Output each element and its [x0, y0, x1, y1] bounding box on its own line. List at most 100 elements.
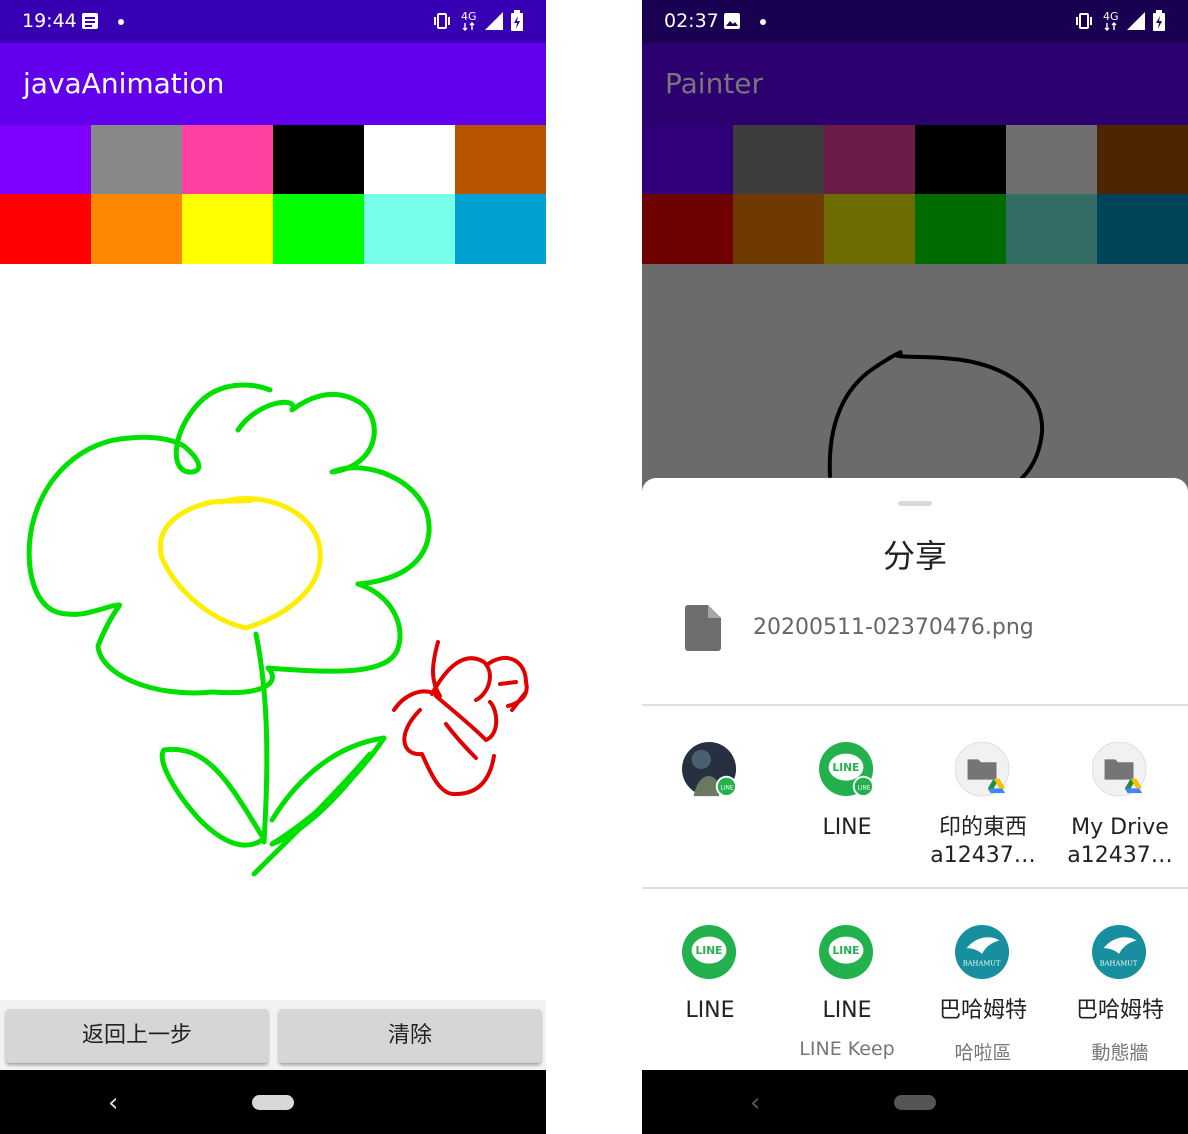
swatch-gray[interactable]	[733, 125, 824, 195]
share-target-label: LINE	[822, 815, 872, 840]
color-palette	[0, 125, 546, 264]
status-bar: 02:37 4G	[642, 0, 1188, 43]
svg-text:LINE: LINE	[833, 944, 860, 957]
line-icon: LINE	[819, 925, 874, 980]
svg-text:LINE: LINE	[833, 761, 860, 774]
signal-icon	[1127, 12, 1145, 30]
color-palette	[642, 125, 1188, 264]
share-app-label: 巴哈姆特	[938, 998, 1027, 1023]
share-target-my-drive[interactable]: My Drive a12437…	[1052, 742, 1188, 872]
swatch-yellow[interactable]	[182, 194, 273, 264]
swatch-pink[interactable]	[824, 125, 915, 195]
drawing-canvas[interactable]	[642, 264, 1188, 478]
share-title: 分享	[882, 537, 947, 575]
right-phone-screen: 02:37 4G Painter 分享 20200511-02370476.pn…	[642, 0, 1188, 1134]
swatch-orange[interactable]	[91, 194, 182, 264]
dot-icon	[118, 19, 124, 25]
home-icon[interactable]	[894, 1095, 936, 1110]
back-icon[interactable]: ‹	[750, 1088, 760, 1118]
dot-icon	[760, 19, 766, 25]
stroke-green-stem	[253, 631, 270, 845]
drive-folder-icon	[1092, 742, 1147, 797]
stroke-yellow-center	[157, 496, 323, 631]
share-target-contact[interactable]: LINE	[642, 742, 778, 872]
button-row: 返回上一步 清除	[0, 1000, 546, 1070]
status-bar: 19:44 4G	[0, 0, 546, 43]
swatch-cyan[interactable]	[364, 194, 455, 264]
svg-text:LINE: LINE	[696, 944, 723, 957]
stroke-green-leaf-left	[159, 746, 265, 848]
swatch-cyan[interactable]	[1006, 194, 1097, 264]
share-app-label: 巴哈姆特	[1075, 998, 1164, 1023]
swatch-pink[interactable]	[182, 125, 273, 195]
swatch-purple[interactable]	[642, 125, 733, 195]
svg-text:BAHAMUT: BAHAMUT	[1100, 960, 1138, 968]
signal-icon	[485, 12, 503, 30]
swatch-black[interactable]	[915, 125, 1006, 195]
share-target-label: My Drive	[1071, 815, 1169, 840]
line-icon: LINE LINE	[819, 742, 875, 798]
undo-button[interactable]: 返回上一步	[6, 1009, 268, 1063]
share-app-line[interactable]: LINE LINE	[642, 925, 778, 1055]
share-sheet: 分享 20200511-02370476.png LINE LINE LINE …	[642, 478, 1188, 1070]
battery-icon	[1153, 10, 1165, 31]
swatch-white[interactable]	[364, 125, 455, 195]
divider	[642, 704, 1188, 706]
status-time: 02:37	[664, 10, 719, 32]
bahamut-icon: BAHAMUT	[955, 925, 1010, 980]
swatch-brown[interactable]	[455, 125, 546, 195]
svg-text:LINE: LINE	[858, 785, 871, 791]
swatch-green[interactable]	[915, 194, 1006, 264]
back-icon[interactable]: ‹	[108, 1088, 118, 1118]
swatch-black[interactable]	[273, 125, 364, 195]
4g-icon: 4G	[1103, 10, 1119, 31]
divider	[642, 887, 1188, 889]
share-app-label: LINE	[822, 998, 872, 1023]
file-icon	[685, 605, 721, 651]
vibrate-icon	[1076, 13, 1092, 29]
share-target-line-chat[interactable]: LINE LINE LINE	[779, 742, 915, 872]
swatch-green[interactable]	[273, 194, 364, 264]
nav-bar: ‹	[642, 1070, 1188, 1134]
svg-text:4G: 4G	[461, 10, 477, 23]
swatch-purple[interactable]	[0, 125, 91, 195]
app-bar: Painter	[642, 43, 1188, 125]
notes-icon	[82, 13, 98, 29]
share-target-drive-folder[interactable]: 印的東西 a12437…	[915, 742, 1051, 872]
app-title: javaAnimation	[23, 67, 225, 100]
swatch-white[interactable]	[1006, 125, 1097, 195]
swatch-yellow[interactable]	[824, 194, 915, 264]
app-title: Painter	[665, 67, 764, 100]
app-bar: javaAnimation	[0, 43, 546, 125]
share-target-account: a12437…	[1067, 843, 1173, 868]
home-icon[interactable]	[252, 1095, 294, 1110]
drive-folder-icon	[955, 742, 1010, 797]
swatch-blue[interactable]	[455, 194, 546, 264]
nav-bar: ‹	[0, 1070, 546, 1134]
share-app-line-keep[interactable]: LINE LINE LINE Keep	[779, 925, 915, 1060]
swatch-red[interactable]	[642, 194, 733, 264]
stroke-red-flower	[392, 640, 529, 797]
svg-text:4G: 4G	[1103, 10, 1119, 23]
swatch-gray[interactable]	[91, 125, 182, 195]
swatch-orange[interactable]	[733, 194, 824, 264]
svg-text:LINE: LINE	[721, 785, 734, 791]
svg-text:BAHAMUT: BAHAMUT	[963, 960, 1001, 968]
share-app-bahamut-feed[interactable]: BAHAMUT 巴哈姆特 動態牆	[1052, 925, 1188, 1064]
clear-button[interactable]: 清除	[279, 1009, 541, 1063]
image-icon	[724, 13, 740, 29]
contact-avatar-icon: LINE	[682, 742, 738, 798]
stroke-green-petals	[26, 382, 432, 696]
4g-icon: 4G	[461, 10, 477, 31]
swatch-blue[interactable]	[1097, 194, 1188, 264]
swatch-brown[interactable]	[1097, 125, 1188, 195]
drawing-canvas[interactable]	[0, 264, 546, 1000]
sheet-drag-handle[interactable]	[898, 501, 932, 506]
left-phone-screen: 19:44 4G javaAnimation 返回上一步 清除 ‹	[0, 0, 546, 1134]
share-app-bahamut-forum[interactable]: BAHAMUT 巴哈姆特 哈啦區	[915, 925, 1051, 1064]
vibrate-icon	[434, 13, 450, 29]
battery-icon	[511, 10, 523, 31]
share-target-account: a12437…	[930, 843, 1036, 868]
swatch-red[interactable]	[0, 194, 91, 264]
line-icon: LINE	[682, 925, 737, 980]
